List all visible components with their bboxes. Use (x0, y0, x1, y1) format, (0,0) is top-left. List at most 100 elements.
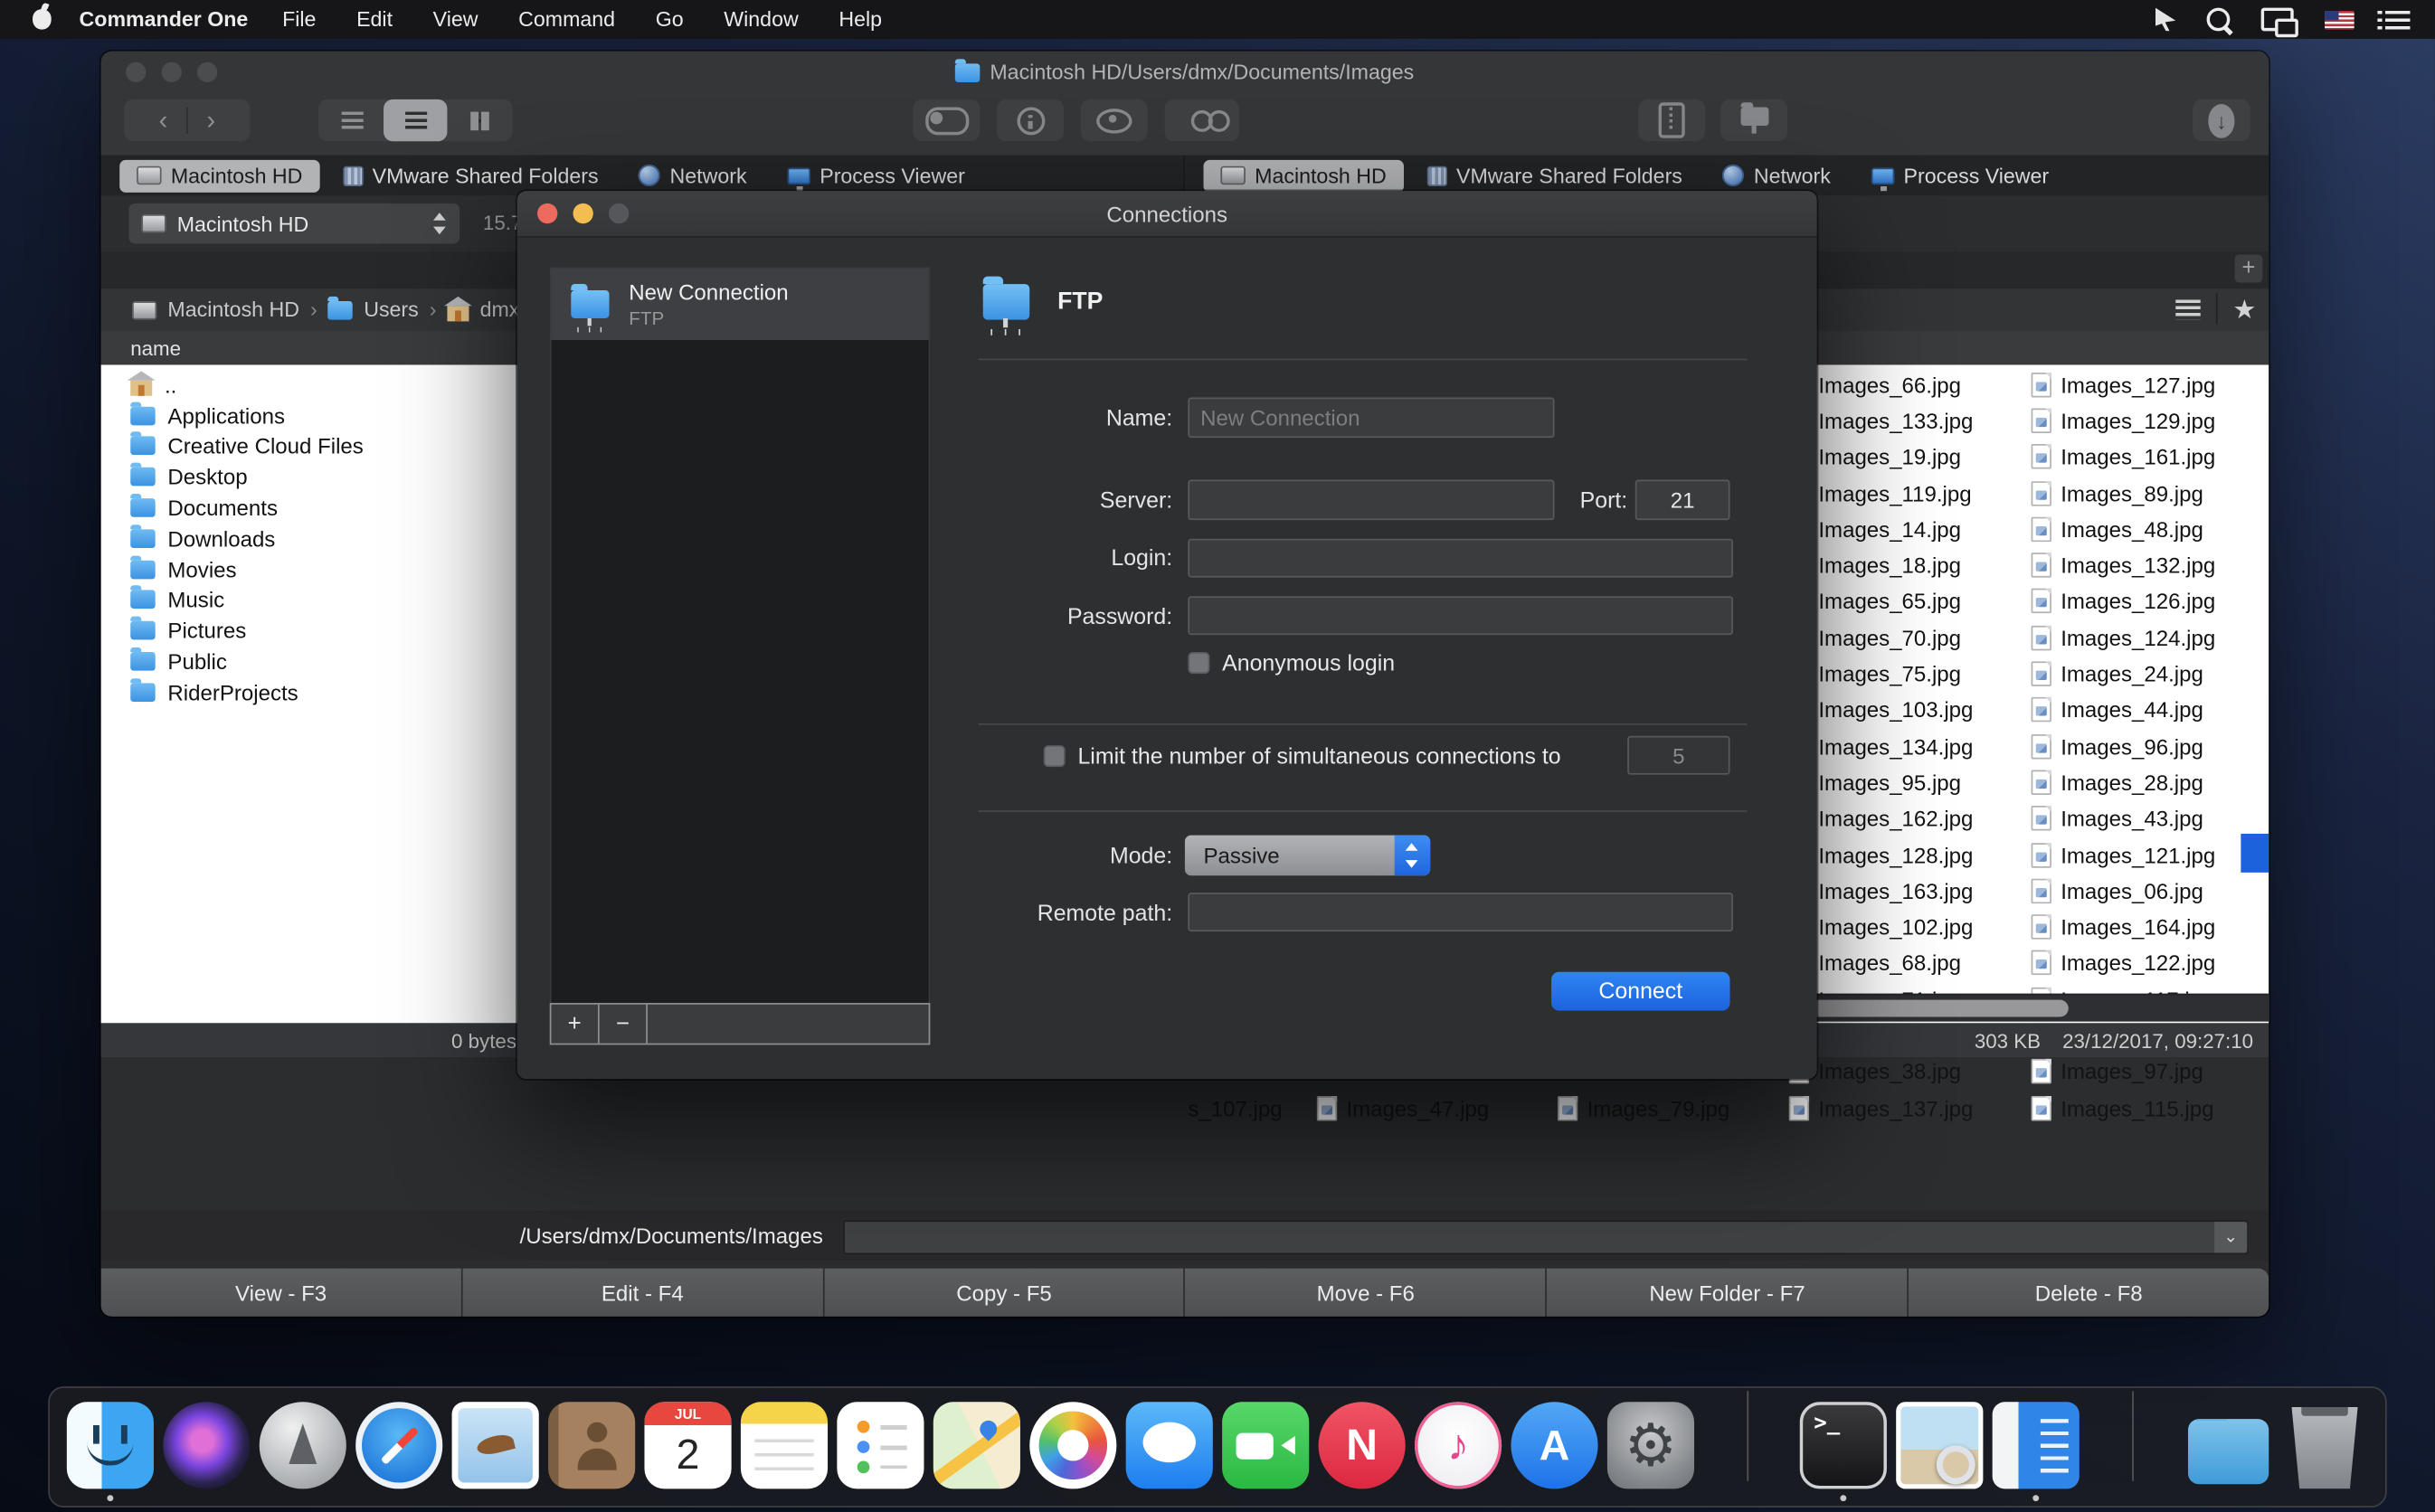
menu-item[interactable]: Help (839, 8, 882, 32)
downloads-queue-button[interactable]: ↓ (2193, 99, 2250, 141)
finder-icon[interactable] (67, 1402, 154, 1488)
list-options-icon[interactable] (2175, 298, 2200, 318)
file-row[interactable]: Images_121.jpg (2022, 836, 2215, 873)
file-row[interactable]: Images_161.jpg (2022, 439, 2215, 475)
function-button[interactable]: Copy - F5 (824, 1269, 1184, 1317)
terminal-icon[interactable]: >_ (1800, 1402, 1887, 1488)
anonymous-checkbox[interactable] (1188, 652, 1209, 674)
apple-menu-icon[interactable] (33, 9, 52, 29)
menu-item[interactable]: Command (518, 8, 615, 32)
forward-button[interactable]: › (188, 105, 234, 136)
maps-icon[interactable] (933, 1402, 1020, 1488)
photos-icon[interactable] (1029, 1402, 1116, 1488)
favorites-star-icon[interactable]: ★ (2232, 296, 2256, 322)
mode-select[interactable]: Passive (1185, 836, 1430, 876)
dock-divider[interactable] (2131, 1391, 2133, 1481)
name-field[interactable] (1188, 398, 1554, 439)
dialog-close-button[interactable] (537, 203, 557, 223)
downloads-icon[interactable] (2188, 1419, 2269, 1484)
dock-divider[interactable] (1747, 1391, 1748, 1481)
detail-view-button[interactable] (384, 99, 447, 141)
drive-selector[interactable]: Macintosh HD (128, 203, 460, 244)
breadcrumb-segment[interactable]: Users› (328, 298, 437, 322)
file-row[interactable]: Images_48.jpg (2022, 511, 2215, 547)
grid-view-button[interactable] (447, 99, 510, 141)
file-row[interactable]: Images_28.jpg (2022, 764, 2215, 800)
dialog-minimize-button[interactable] (573, 203, 592, 223)
cursor-tool-icon[interactable] (2155, 8, 2175, 32)
messages-icon[interactable] (1126, 1402, 1213, 1488)
close-window-button[interactable] (126, 62, 146, 82)
input-language-flag-icon[interactable] (2325, 10, 2354, 29)
launchpad-icon[interactable] (260, 1402, 346, 1488)
file-row[interactable]: Images_164.jpg (2022, 909, 2215, 945)
login-field[interactable] (1188, 539, 1733, 578)
function-button[interactable]: Move - F6 (1186, 1269, 1546, 1317)
function-button[interactable]: Edit - F4 (462, 1269, 822, 1317)
contacts-icon[interactable] (548, 1402, 635, 1488)
remote-path-field[interactable] (1188, 893, 1733, 931)
file-row[interactable]: Images_137.jpg (1779, 1090, 1973, 1126)
limit-connections-checkbox[interactable] (1044, 745, 1066, 767)
news-icon[interactable]: N (1319, 1402, 1406, 1488)
file-row[interactable]: Images_124.jpg (2022, 619, 2215, 656)
menu-item[interactable]: Edit (356, 8, 393, 32)
file-row[interactable]: Images_44.jpg (2022, 692, 2215, 728)
breadcrumb-segment[interactable]: Macintosh HD› (132, 298, 317, 322)
file-row[interactable]: Images_43.jpg (2022, 800, 2215, 836)
file-row[interactable]: Images_115.jpg (2022, 1090, 2215, 1126)
archive-button[interactable] (1638, 99, 1705, 141)
search-files-button[interactable] (1165, 99, 1239, 141)
connection-list-item[interactable]: New ConnectionFTP (551, 269, 928, 340)
function-button[interactable]: View - F3 (101, 1269, 461, 1317)
file-row[interactable]: Images_129.jpg (2022, 402, 2215, 439)
file-row[interactable]: Images_127.jpg (2022, 366, 2215, 402)
trash-icon[interactable] (2281, 1402, 2368, 1488)
preview-button[interactable] (1081, 99, 1148, 141)
file-row[interactable]: Images_97.jpg (2022, 1054, 2215, 1090)
remove-connection-button[interactable]: − (600, 1005, 648, 1044)
path-dropdown-button[interactable]: ⌄ (2214, 1222, 2247, 1252)
itunes-icon[interactable]: ♪ (1415, 1402, 1502, 1488)
network-button[interactable] (1720, 99, 1787, 141)
limit-count-field[interactable] (1627, 736, 1729, 775)
minimize-window-button[interactable] (162, 62, 182, 82)
tab[interactable]: VMware Shared Folders (1409, 159, 1699, 192)
tab[interactable]: Macintosh HD (1204, 159, 1404, 192)
file-row[interactable]: s_107.jpg (1188, 1090, 1282, 1126)
toggle-panels-button[interactable] (913, 99, 980, 141)
file-row[interactable]: Images_89.jpg (2022, 475, 2215, 511)
file-row[interactable]: Images_47.jpg (1317, 1090, 1489, 1126)
file-row[interactable]: Images_132.jpg (2022, 547, 2215, 583)
function-button[interactable]: New Folder - F7 (1547, 1269, 1907, 1317)
siri-icon[interactable] (163, 1402, 250, 1488)
tab[interactable]: Macintosh HD (119, 159, 319, 192)
add-tab-button[interactable]: + (2234, 255, 2262, 283)
system-preferences-icon[interactable]: ⚙ (1607, 1402, 1694, 1488)
selected-file-sliver[interactable] (2241, 834, 2269, 873)
preview-icon[interactable] (1896, 1402, 1983, 1488)
display-mirroring-icon[interactable] (2261, 8, 2294, 32)
file-row[interactable]: Images_24.jpg (2022, 656, 2215, 692)
mail-icon[interactable] (452, 1402, 539, 1488)
tab[interactable]: Process Viewer (770, 159, 981, 192)
tab[interactable]: Process Viewer (1854, 159, 2066, 192)
function-button[interactable]: Delete - F8 (1909, 1269, 2269, 1317)
menu-list-icon[interactable] (2385, 10, 2410, 29)
file-row[interactable]: Images_79.jpg (1558, 1090, 1729, 1126)
add-connection-button[interactable]: + (551, 1005, 599, 1044)
tab[interactable]: Network (1706, 159, 1848, 192)
menu-item[interactable]: Go (656, 8, 684, 32)
notes-icon[interactable] (741, 1402, 828, 1488)
reminders-icon[interactable] (837, 1402, 924, 1488)
file-row[interactable]: Images_06.jpg (2022, 873, 2215, 909)
calendar-icon[interactable]: JUL 2 (644, 1402, 731, 1488)
info-button[interactable] (997, 99, 1064, 141)
connect-button[interactable]: Connect (1551, 972, 1729, 1011)
tab[interactable]: Network (621, 159, 763, 192)
appstore-icon[interactable]: A (1511, 1402, 1597, 1488)
zoom-window-button[interactable] (197, 62, 217, 82)
app-menu-title[interactable]: Commander One (80, 8, 249, 32)
password-field[interactable] (1188, 596, 1733, 635)
server-field[interactable] (1188, 479, 1554, 520)
